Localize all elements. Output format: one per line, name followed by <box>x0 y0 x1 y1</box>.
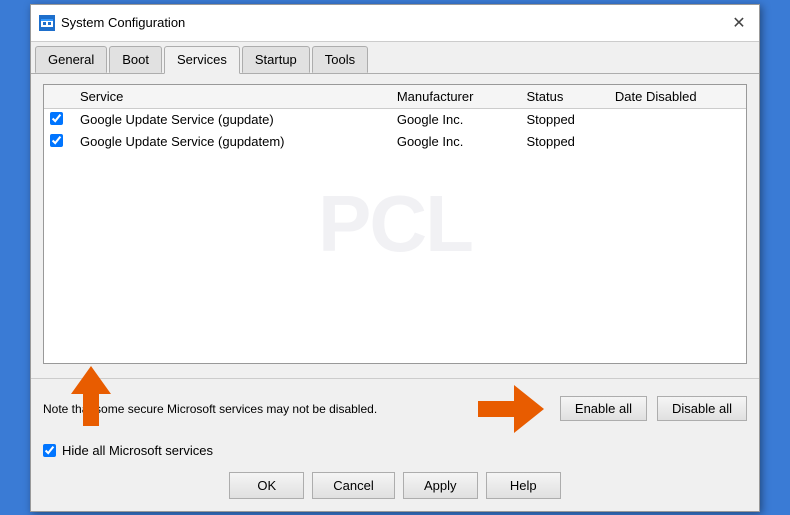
tab-startup[interactable]: Startup <box>242 46 310 73</box>
tab-services[interactable]: Services <box>164 46 240 74</box>
col-header-manufacturer: Manufacturer <box>391 85 521 109</box>
row2-service: Google Update Service (gupdatem) <box>74 131 391 153</box>
hide-arrow <box>71 366 111 426</box>
row2-date-disabled <box>609 131 746 153</box>
cancel-button[interactable]: Cancel <box>312 472 394 499</box>
hide-microsoft-row: Hide all Microsoft services <box>31 439 759 464</box>
ok-button[interactable]: OK <box>229 472 304 499</box>
row1-status: Stopped <box>520 108 608 131</box>
hide-microsoft-checkbox[interactable] <box>43 444 56 457</box>
row1-service: Google Update Service (gupdate) <box>74 108 391 131</box>
col-header-status: Status <box>520 85 608 109</box>
col-header-date-disabled: Date Disabled <box>609 85 746 109</box>
disable-all-arrow <box>478 385 544 433</box>
col-header-service: Service <box>74 85 391 109</box>
dialog-buttons: OK Cancel Apply Help <box>31 464 759 511</box>
table-row: Google Update Service (gupdatem) Google … <box>44 131 746 153</box>
row1-checkbox[interactable] <box>50 112 63 125</box>
system-configuration-window: System Configuration ✕ General Boot Serv… <box>30 4 760 512</box>
services-table: Service Manufacturer Status Date Disable… <box>44 85 746 153</box>
row2-checkbox-cell[interactable] <box>44 131 74 153</box>
table-row: Google Update Service (gupdate) Google I… <box>44 108 746 131</box>
tab-tools[interactable]: Tools <box>312 46 368 73</box>
row1-checkbox-cell[interactable] <box>44 108 74 131</box>
window-title: System Configuration <box>61 15 727 30</box>
tab-general[interactable]: General <box>35 46 107 73</box>
col-header-checkbox <box>44 85 74 109</box>
hide-microsoft-label: Hide all Microsoft services <box>62 443 213 458</box>
tab-boot[interactable]: Boot <box>109 46 162 73</box>
title-bar: System Configuration ✕ <box>31 5 759 42</box>
tab-content: PCL Service Manufacturer Status Date Dis… <box>31 74 759 374</box>
watermark: PCL <box>318 178 472 270</box>
row1-date-disabled <box>609 108 746 131</box>
apply-button[interactable]: Apply <box>403 472 478 499</box>
help-button[interactable]: Help <box>486 472 561 499</box>
row2-checkbox[interactable] <box>50 134 63 147</box>
disable-all-button[interactable]: Disable all <box>657 396 747 421</box>
row2-status: Stopped <box>520 131 608 153</box>
row2-manufacturer: Google Inc. <box>391 131 521 153</box>
window-icon <box>39 15 55 31</box>
close-button[interactable]: ✕ <box>727 11 751 35</box>
enable-all-button[interactable]: Enable all <box>560 396 647 421</box>
services-table-container: PCL Service Manufacturer Status Date Dis… <box>43 84 747 364</box>
bottom-bar: Note that some secure Microsoft services… <box>31 378 759 439</box>
row1-manufacturer: Google Inc. <box>391 108 521 131</box>
tab-bar: General Boot Services Startup Tools <box>31 42 759 74</box>
